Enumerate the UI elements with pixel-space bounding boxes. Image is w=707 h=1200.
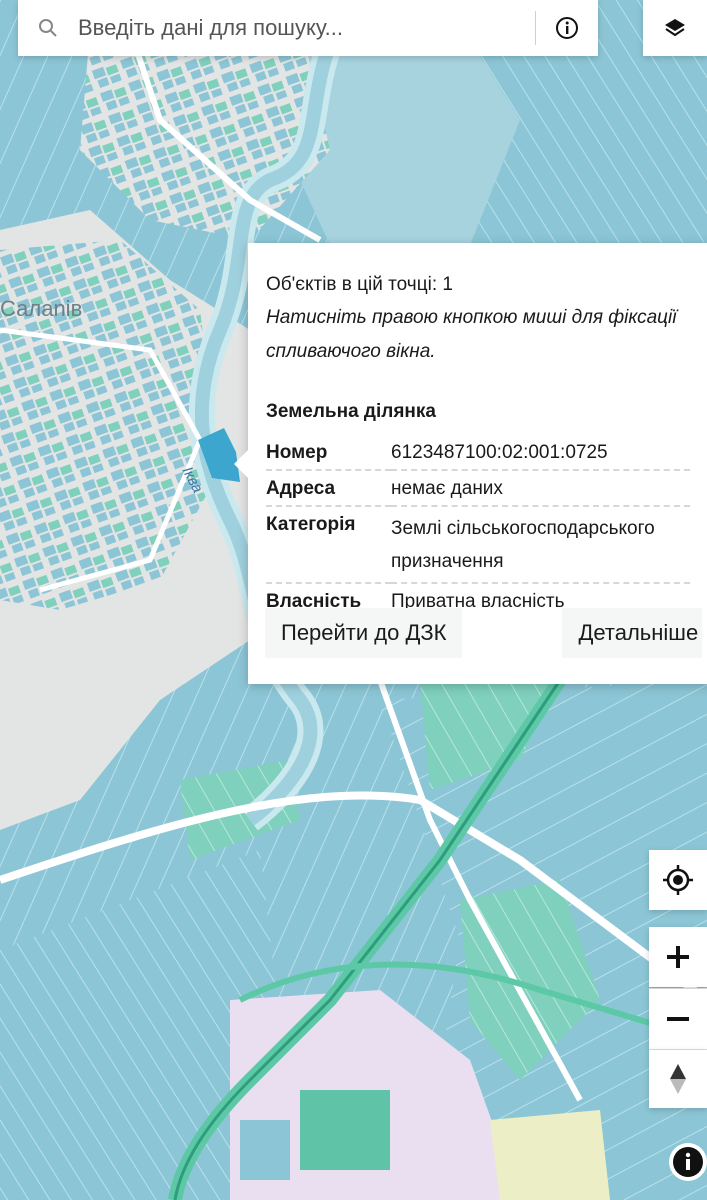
popup-arrow (234, 448, 250, 480)
attribute-table: Номер 6123487100:02:001:0725 Адреса нема… (266, 435, 690, 618)
locate-button[interactable] (649, 850, 707, 910)
popup-hint: Натисніть правою кнопкою миші для фіксац… (266, 307, 677, 362)
feature-popup: Об'єктів в цій точці: 1 Натисніть правою… (234, 243, 707, 684)
attribute-row: Номер 6123487100:02:001:0725 (266, 435, 690, 471)
building-block (300, 1090, 390, 1170)
attribute-key: Адреса (266, 470, 391, 507)
building-block (240, 1120, 290, 1180)
attribute-key: Категорія (266, 506, 391, 584)
info-icon (556, 17, 578, 39)
locate-icon (663, 865, 693, 895)
field-area (490, 1110, 610, 1200)
attribution-button[interactable] (669, 1143, 707, 1181)
details-button[interactable]: Детальніше (562, 608, 703, 658)
map-label-village: Салаnів (0, 296, 82, 321)
plus-icon (667, 946, 689, 968)
info-icon (673, 1147, 703, 1177)
info-button[interactable] (536, 0, 598, 56)
attribute-row: Адреса немає даних (266, 470, 690, 507)
attribute-value: Землі сільськогосподарського призначення (391, 506, 690, 584)
search-icon (18, 0, 78, 56)
zoom-out-button[interactable] (649, 989, 707, 1049)
layers-button[interactable] (643, 0, 707, 56)
attribute-value: 6123487100:02:001:0725 (391, 435, 690, 471)
search-bar (18, 0, 598, 56)
compass-button[interactable] (649, 1050, 707, 1108)
zoom-in-button[interactable] (649, 927, 707, 987)
minus-icon (667, 1017, 689, 1021)
attribute-row: Категорія Землі сільськогосподарського п… (266, 506, 690, 584)
goto-dzk-button[interactable]: Перейти до ДЗК (265, 608, 463, 658)
attribute-value: немає даних (391, 470, 690, 507)
compass-icon (670, 1064, 686, 1094)
layers-icon (665, 19, 685, 37)
popup-object-count: Об'єктів в цій точці: 1 (266, 274, 453, 295)
popup-button-row: Перейти до ДЗК Детальніше (265, 608, 703, 658)
popup-section-title: Земельна ділянка (266, 401, 436, 422)
attribute-key: Номер (266, 435, 391, 471)
search-input[interactable] (78, 0, 535, 56)
